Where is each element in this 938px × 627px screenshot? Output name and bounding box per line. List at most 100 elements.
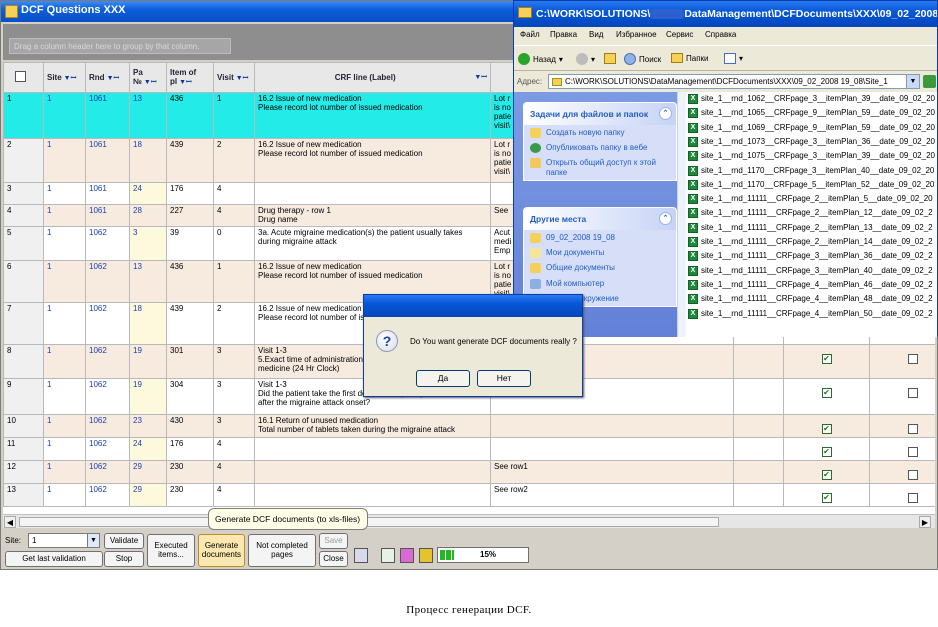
cell-rnd[interactable]: 1062 xyxy=(85,378,130,415)
column-header-item[interactable]: Item of pl ▼ꟷ xyxy=(166,62,214,93)
filter-icon[interactable]: ▼ꟷ xyxy=(64,75,77,82)
cell-checked[interactable]: ✔ xyxy=(783,437,870,461)
cell-crf-line[interactable]: 16.1 Return of unused medication Total n… xyxy=(254,414,491,438)
cell-item[interactable]: 304 xyxy=(166,378,214,415)
explorer-titlebar[interactable]: C:\WORK\SOLUTIONS\ DataManagement\DCFDocu… xyxy=(514,1,937,27)
cell-visit[interactable]: 2 xyxy=(213,138,255,183)
get-last-validation-button[interactable]: Get last validation xyxy=(5,551,103,567)
cell-crf-line[interactable] xyxy=(254,460,491,484)
cell-extra[interactable] xyxy=(490,414,734,438)
cell-visit[interactable]: 4 xyxy=(213,437,255,461)
cell-visit[interactable]: 4 xyxy=(213,204,255,227)
file-item[interactable]: Xsite_1__rnd_1062__CRFpage_3__itemPlan_3… xyxy=(688,94,935,107)
cell-checked[interactable]: ✔ xyxy=(783,483,870,507)
cell-pa[interactable]: 18 xyxy=(129,302,167,345)
cell-rnd[interactable]: 1062 xyxy=(85,302,130,345)
checkbox-unchecked[interactable] xyxy=(907,354,918,364)
cell-visit[interactable]: 3 xyxy=(213,414,255,438)
cell-crf-line[interactable]: 16.2 Issue of new medication Please reco… xyxy=(254,92,491,139)
table-row[interactable]: 1111062241764✔09.02.2008 18 xyxy=(3,437,935,461)
column-header-crf-line[interactable]: CRF line (Label) ▼ꟷ xyxy=(254,62,491,93)
checkbox-unchecked[interactable] xyxy=(907,388,918,398)
filter-icon[interactable]: ▼ꟷ xyxy=(236,75,249,82)
row-number[interactable]: 4 xyxy=(3,204,44,227)
stop-button[interactable]: Stop xyxy=(104,551,144,567)
checkbox-checked[interactable]: ✔ xyxy=(821,470,832,480)
cell-item[interactable]: 176 xyxy=(166,437,214,461)
checkbox-checked[interactable]: ✔ xyxy=(821,424,832,434)
cell-extra[interactable] xyxy=(490,437,734,461)
cell-blank[interactable] xyxy=(733,414,784,438)
cell-checked[interactable]: ✔ xyxy=(783,378,870,415)
executed-items-button[interactable]: Executed items... xyxy=(147,534,195,567)
file-item[interactable]: Xsite_1__rnd_1069__CRFpage_9__itemPlan_5… xyxy=(688,122,935,136)
cell-crf-line[interactable]: 16.2 Issue of new medication Please reco… xyxy=(254,138,491,183)
cell-blank[interactable] xyxy=(733,378,784,415)
cell-rnd[interactable]: 1061 xyxy=(85,204,130,227)
filter-icon[interactable]: ▼ꟷ xyxy=(107,75,120,82)
scroll-left-icon[interactable]: ◀ xyxy=(4,516,16,528)
cell-unchecked[interactable] xyxy=(869,344,935,379)
dialog-titlebar[interactable] xyxy=(364,295,582,317)
cell-site[interactable]: 1 xyxy=(43,483,86,507)
views-button[interactable]: ▾ xyxy=(724,53,743,64)
file-item[interactable]: Xsite_1__rnd_11111__CRFpage_2__itemPlan_… xyxy=(688,208,933,221)
menu-tools[interactable]: Сервис xyxy=(666,30,693,39)
file-item[interactable]: Xsite_1__rnd_11111__CRFpage_2__itemPlan_… xyxy=(688,237,933,250)
cell-site[interactable]: 1 xyxy=(43,138,86,183)
cell-pa[interactable]: 18 xyxy=(129,138,167,183)
place-shared-documents[interactable]: Общие документы xyxy=(524,260,676,275)
checkbox-unchecked[interactable] xyxy=(907,447,918,457)
scroll-thumb[interactable] xyxy=(19,517,719,527)
cell-item[interactable]: 230 xyxy=(166,460,214,484)
chevron-down-icon[interactable]: ▾ xyxy=(591,55,595,64)
checkbox-checked[interactable]: ✔ xyxy=(821,447,832,457)
file-item[interactable]: Xsite_1__rnd_11111__CRFpage_3__itemPlan_… xyxy=(688,265,933,279)
checkbox-unchecked[interactable] xyxy=(907,493,918,503)
row-number[interactable]: 5 xyxy=(3,226,44,261)
cell-item[interactable]: 430 xyxy=(166,414,214,438)
close-button[interactable]: Close xyxy=(319,551,348,567)
cell-pa[interactable]: 19 xyxy=(129,344,167,379)
horizontal-scrollbar[interactable]: ◀ ▶ xyxy=(3,514,935,528)
place-my-computer[interactable]: Мой компьютер xyxy=(524,276,676,291)
chevron-down-icon[interactable]: ▾ xyxy=(559,55,563,64)
row-number[interactable]: 7 xyxy=(3,302,44,345)
cell-unchecked[interactable] xyxy=(869,378,935,415)
filter-icon[interactable]: ▼ꟷ xyxy=(474,73,487,82)
task-publish-web[interactable]: Опубликовать папку в вебе xyxy=(524,140,676,155)
cell-pa[interactable]: 13 xyxy=(129,260,167,303)
cell-rnd[interactable]: 1062 xyxy=(85,483,130,507)
cell-item[interactable]: 39 xyxy=(166,226,214,261)
cell-item[interactable]: 439 xyxy=(166,302,214,345)
cell-blank[interactable] xyxy=(733,460,784,484)
not-completed-pages-button[interactable]: Not completed pages xyxy=(248,534,316,567)
task-new-folder[interactable]: Создать новую папку xyxy=(524,125,676,140)
row-number[interactable]: 11 xyxy=(3,437,44,461)
menu-file[interactable]: Файл xyxy=(520,30,540,39)
checkbox-checked[interactable]: ✔ xyxy=(821,388,832,398)
file-item[interactable]: Xsite_1__rnd_1065__CRFpage_9__itemPlan_5… xyxy=(688,108,935,121)
cell-crf-line[interactable]: Drug therapy - row 1 Drug name xyxy=(254,204,491,227)
cell-site[interactable]: 1 xyxy=(43,260,86,303)
cell-site[interactable]: 1 xyxy=(43,460,86,484)
place-my-documents[interactable]: Мои документы xyxy=(524,245,676,260)
cell-site[interactable]: 1 xyxy=(43,414,86,438)
cell-crf-line[interactable] xyxy=(254,182,491,205)
cell-visit[interactable]: 1 xyxy=(213,92,255,139)
cell-pa[interactable]: 23 xyxy=(129,414,167,438)
cell-item[interactable]: 436 xyxy=(166,92,214,139)
menu-edit[interactable]: Правка xyxy=(550,30,577,39)
cell-pa[interactable]: 24 xyxy=(129,182,167,205)
column-header-visit[interactable]: Visit ▼ꟷ xyxy=(213,62,255,93)
cell-item[interactable]: 439 xyxy=(166,138,214,183)
cell-unchecked[interactable] xyxy=(869,414,935,438)
row-number[interactable]: 3 xyxy=(3,182,44,205)
cell-unchecked[interactable] xyxy=(869,437,935,461)
column-header-site[interactable]: Site ▼ꟷ xyxy=(43,62,86,93)
tasks-panel-header[interactable]: Задачи для файлов и папок ⌃ xyxy=(524,103,676,125)
file-item[interactable]: Xsite_1__rnd_11111__CRFpage_4__itemPlan_… xyxy=(688,294,933,307)
file-item[interactable]: Xsite_1__rnd_11111__CRFpage_2__itemPlan_… xyxy=(688,194,933,207)
task-share-folder[interactable]: Открыть общий доступ к этой папке xyxy=(524,155,676,179)
grid-settings-icon[interactable] xyxy=(15,71,26,82)
